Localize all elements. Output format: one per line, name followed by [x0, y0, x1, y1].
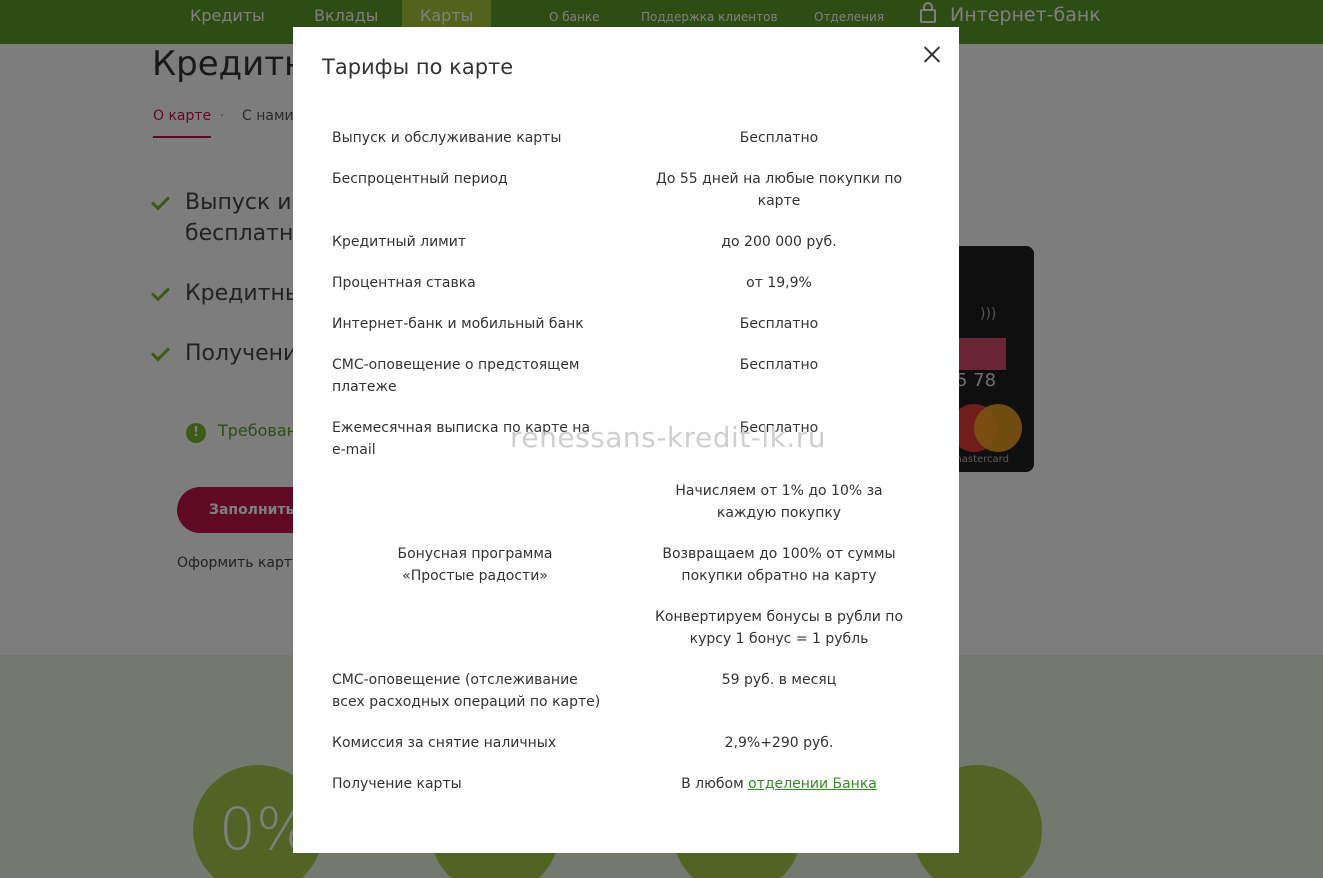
- tariff-label: Выпуск и обслуживание карты: [332, 130, 562, 146]
- tariff-value: В любом отделении Банка: [681, 776, 877, 792]
- tariff-value: от 19,9%: [746, 275, 812, 291]
- tariff-value: 2,9%+290 руб.: [724, 735, 834, 751]
- bonus-value: Начисляем от 1% до 10% за каждую покупку: [675, 483, 883, 521]
- tariff-label: Кредитный лимит: [332, 234, 466, 250]
- tariff-value: до 200 000 руб.: [721, 234, 837, 250]
- tariff-value: 59 руб. в месяц: [721, 672, 837, 688]
- tariff-value: До 55 дней на любые покупки по карте: [655, 171, 903, 209]
- tariff-value: Бесплатно: [739, 130, 819, 146]
- bonus-label: Бонусная программа «Простые радости»: [397, 546, 553, 584]
- watermark: renessans-kredit-lk.ru: [510, 421, 826, 454]
- tariff-label: СМС-оповещение (отслеживание всех расход…: [332, 672, 601, 710]
- tariff-value: Бесплатно: [739, 357, 819, 373]
- tariff-label: Процентная ставка: [332, 275, 476, 291]
- branch-link[interactable]: отделении Банка: [748, 776, 877, 792]
- tariff-label: СМС-оповещение о предстоящем платеже: [332, 357, 580, 395]
- tariff-label: Беспроцентный период: [332, 171, 508, 187]
- tariff-label: Получение карты: [332, 776, 462, 792]
- tariff-label: Интернет-банк и мобильный банк: [332, 316, 584, 332]
- bonus-value: Конвертируем бонусы в рубли по курсу 1 б…: [654, 609, 904, 647]
- tariff-value: Бесплатно: [739, 316, 819, 332]
- bonus-value: Возвращаем до 100% от суммы покупки обра…: [662, 546, 896, 584]
- close-icon[interactable]: [918, 41, 946, 69]
- tariff-label: Комиссия за снятие наличных: [332, 735, 557, 751]
- modal-title: Тарифы по карте: [322, 55, 514, 79]
